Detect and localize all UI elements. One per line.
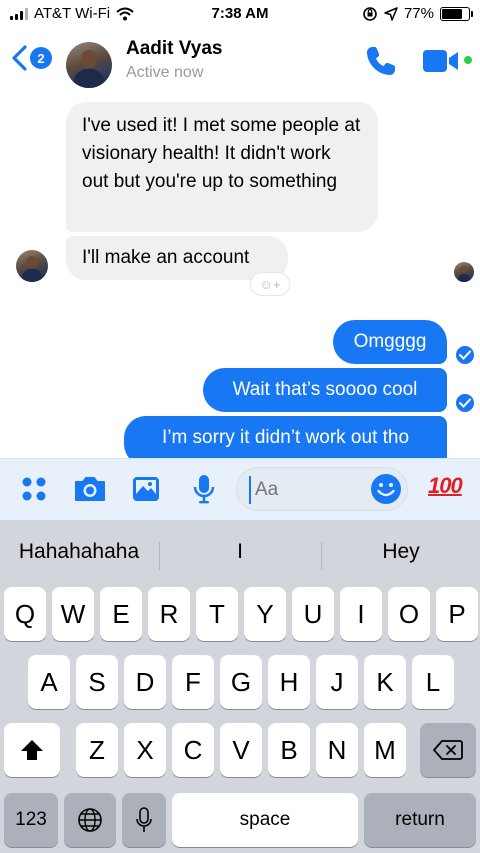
shift-icon bbox=[21, 740, 43, 760]
key-v[interactable]: V bbox=[220, 723, 262, 777]
image-icon[interactable] bbox=[128, 471, 164, 507]
conversation-header: 2 Aadit Vyas Active now bbox=[0, 30, 480, 94]
key-o[interactable]: O bbox=[388, 587, 430, 641]
microphone-icon bbox=[136, 807, 152, 832]
backspace-icon bbox=[433, 740, 463, 760]
dictation-key[interactable] bbox=[122, 793, 166, 847]
microphone-icon[interactable] bbox=[186, 471, 222, 507]
numbers-key[interactable]: 123 bbox=[4, 793, 58, 847]
key-d[interactable]: D bbox=[124, 655, 166, 709]
key-q[interactable]: Q bbox=[4, 587, 46, 641]
delivered-check-icon bbox=[456, 394, 474, 412]
key-g[interactable]: G bbox=[220, 655, 262, 709]
key-p[interactable]: P bbox=[436, 587, 478, 641]
message-input-field[interactable] bbox=[236, 467, 408, 511]
prediction-suggestion[interactable]: I bbox=[160, 540, 320, 564]
key-i[interactable]: I bbox=[340, 587, 382, 641]
message-input[interactable] bbox=[249, 476, 359, 504]
key-b[interactable]: B bbox=[268, 723, 310, 777]
sender-avatar bbox=[16, 250, 48, 282]
globe-key[interactable] bbox=[64, 793, 116, 847]
online-status-dot bbox=[464, 56, 472, 64]
key-t[interactable]: T bbox=[196, 587, 238, 641]
key-m[interactable]: M bbox=[364, 723, 406, 777]
key-j[interactable]: J bbox=[316, 655, 358, 709]
battery-percent: 77% bbox=[403, 5, 434, 22]
back-button[interactable]: 2 bbox=[10, 44, 52, 72]
hundred-emoji-button[interactable]: 100 bbox=[428, 473, 463, 499]
key-w[interactable]: W bbox=[52, 587, 94, 641]
key-z[interactable]: Z bbox=[76, 723, 118, 777]
prediction-bar: Hahahahaha I Hey bbox=[0, 520, 480, 590]
outgoing-message[interactable]: Wait that’s soooo cool bbox=[203, 368, 447, 412]
incoming-message[interactable]: I've used it! I met some people at visio… bbox=[66, 102, 378, 232]
key-y[interactable]: Y bbox=[244, 587, 286, 641]
contact-name[interactable]: Aadit Vyas bbox=[126, 38, 222, 60]
seen-by-avatar bbox=[454, 262, 474, 282]
location-icon bbox=[384, 6, 398, 21]
key-l[interactable]: L bbox=[412, 655, 454, 709]
shift-key[interactable] bbox=[4, 723, 60, 777]
keyboard: Hahahahaha I Hey Q W E R T Y U I O P A S… bbox=[0, 520, 480, 853]
key-e[interactable]: E bbox=[100, 587, 142, 641]
battery-icon bbox=[440, 6, 473, 21]
key-x[interactable]: X bbox=[124, 723, 166, 777]
key-s[interactable]: S bbox=[76, 655, 118, 709]
status-bar: AT&T Wi-Fi 7:38 AM 77% bbox=[0, 0, 480, 30]
orientation-lock-icon bbox=[363, 6, 377, 21]
video-camera-icon[interactable] bbox=[422, 46, 460, 76]
globe-icon bbox=[78, 808, 102, 832]
key-u[interactable]: U bbox=[292, 587, 334, 641]
return-key[interactable]: return bbox=[364, 793, 476, 847]
delivered-check-icon bbox=[456, 346, 474, 364]
status-right: 77% bbox=[362, 5, 473, 22]
key-h[interactable]: H bbox=[268, 655, 310, 709]
prediction-suggestion[interactable]: Hahahahaha bbox=[0, 540, 158, 564]
contact-status: Active now bbox=[126, 64, 204, 81]
more-icon[interactable] bbox=[16, 471, 52, 507]
message-composer: 100 bbox=[0, 458, 480, 520]
battery-fill bbox=[442, 8, 463, 19]
contact-avatar[interactable] bbox=[66, 42, 112, 88]
key-f[interactable]: F bbox=[172, 655, 214, 709]
key-c[interactable]: C bbox=[172, 723, 214, 777]
key-r[interactable]: R bbox=[148, 587, 190, 641]
outgoing-message[interactable]: Omgggg bbox=[333, 320, 447, 364]
back-chevron-icon bbox=[12, 45, 27, 71]
add-reaction-button[interactable]: ☺+ bbox=[250, 272, 290, 296]
phone-icon[interactable] bbox=[364, 44, 398, 78]
emoji-icon[interactable] bbox=[369, 472, 403, 506]
key-a[interactable]: A bbox=[28, 655, 70, 709]
prediction-suggestion[interactable]: Hey bbox=[322, 540, 480, 564]
delete-key[interactable] bbox=[420, 723, 476, 777]
camera-icon[interactable] bbox=[72, 471, 108, 507]
key-n[interactable]: N bbox=[316, 723, 358, 777]
key-k[interactable]: K bbox=[364, 655, 406, 709]
unread-badge: 2 bbox=[30, 47, 52, 69]
space-key[interactable]: space bbox=[172, 793, 358, 847]
